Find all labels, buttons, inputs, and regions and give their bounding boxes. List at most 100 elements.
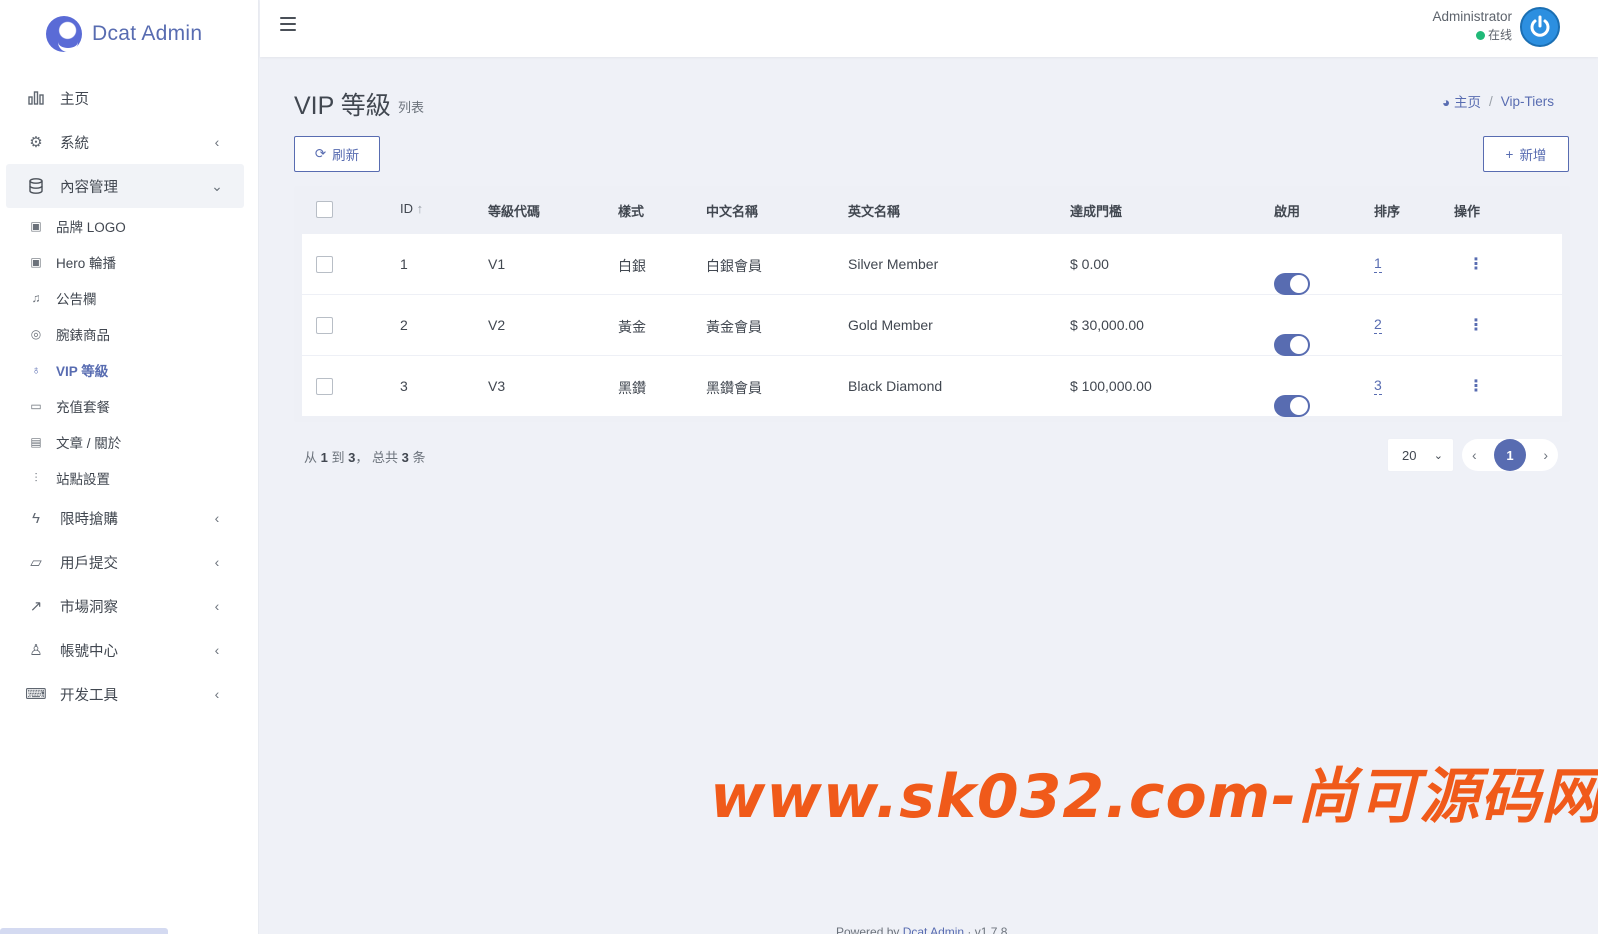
sidebar-subitem-hero-carousel[interactable]: ▣ Hero 輪播 [0,244,258,280]
breadcrumb-separator: / [1488,93,1493,109]
sidebar-item-home[interactable]: 主页 [6,76,244,120]
sidebar-nav: 主页 ⚙ 系統 ‹ 內容管理 ⌄ ▣ 品牌 LOGO ▣ Hero 輪播 ♫ 公… [0,76,258,716]
chevron-left-icon: ‹ [214,554,220,570]
order-link[interactable]: 2 [1374,316,1382,334]
row-checkbox[interactable] [316,378,333,395]
table-row: 3 V3 黑鑽 黑鑽會員 Black Diamond $ 100,000.00 … [302,356,1562,417]
sidebar-subitem-label: 充值套餐 [56,400,110,415]
new-button[interactable]: + 新增 [1483,136,1569,172]
sidebar-item-label: 系統 [60,135,89,152]
refresh-label: 刷新 [332,148,360,163]
breadcrumb: ◕ 主页 / Vip-Tiers [1442,91,1554,111]
sidebar-item-label: 限時搶購 [60,511,118,528]
column-header-enabled: 啟用 [1274,204,1301,219]
next-page-icon[interactable]: › [1543,447,1548,463]
cell-style: 白銀 [618,258,646,274]
more-actions-icon[interactable]: ⋮ [1468,379,1484,395]
enabled-toggle[interactable] [1274,334,1310,356]
sidebar-item-content[interactable]: 內容管理 ⌄ [6,164,244,208]
sidebar-item-account-center[interactable]: ♙ 帳號中心 ‹ [6,628,244,672]
current-page[interactable]: 1 [1494,439,1526,471]
user-status: 在线 [1432,26,1512,43]
award-icon: ♁ [31,363,41,377]
bar-chart-icon [26,88,46,108]
menu-toggle-icon[interactable] [280,17,296,31]
cell-en-name: Gold Member [848,317,933,333]
cell-en-name: Silver Member [848,256,939,272]
sidebar-subitem-label: 公告欄 [56,292,97,307]
sidebar-item-flash-sale[interactable]: ϟ 限時搶購 ‹ [6,496,244,540]
order-link[interactable]: 3 [1374,377,1382,395]
pager: ‹ 1 › [1462,439,1558,471]
refresh-icon: ⟳ [314,146,327,161]
row-checkbox[interactable] [316,317,333,334]
new-label: 新增 [1519,148,1547,163]
table-header: ID ↑ 等級代碼 樣式 中文名稱 英文名稱 達成門檻 啟用 排序 操作 [294,186,1570,233]
online-dot-icon [1475,31,1485,40]
watch-icon: ◎ [30,327,42,341]
enabled-toggle[interactable] [1274,395,1310,417]
chevron-down-icon: ⌄ [211,177,223,194]
sidebar-subitem-recharge[interactable]: ▭ 充值套餐 [0,388,258,424]
page-size-select[interactable]: 20 ⌄ [1388,439,1453,471]
cell-id: 3 [400,378,408,394]
breadcrumb-current[interactable]: Vip-Tiers [1501,94,1554,109]
sidebar: Dcat Admin 主页 ⚙ 系統 ‹ 內容管理 ⌄ ▣ 品牌 LOGO ▣ … [0,0,259,934]
sidebar-item-user-submissions[interactable]: ▱ 用戶提交 ‹ [6,540,244,584]
column-header-threshold: 達成門檻 [1070,204,1123,219]
sort-arrow-icon: ↑ [416,201,424,216]
sliders-icon: ⫶ [34,470,38,485]
sidebar-subitem-vip-tiers[interactable]: ♁ VIP 等級 [0,352,258,388]
more-actions-icon[interactable]: ⋮ [1468,318,1484,334]
sidebar-subitem-label: 站點設置 [56,472,110,487]
enabled-toggle[interactable] [1274,273,1310,295]
avatar[interactable] [1520,7,1560,47]
cell-code: V1 [488,256,506,272]
refresh-button[interactable]: ⟳ 刷新 [294,136,380,172]
brand-logo-icon [46,16,82,52]
sidebar-subitem-announcements[interactable]: ♫ 公告欄 [0,280,258,316]
chevron-left-icon: ‹ [214,598,220,614]
sidebar-item-dev-tools[interactable]: ⌨ 开发工具 ‹ [6,672,244,716]
sidebar-item-system[interactable]: ⚙ 系統 ‹ [6,120,244,164]
select-all-checkbox[interactable] [316,201,333,218]
brand[interactable]: Dcat Admin [0,0,258,68]
sidebar-subitem-articles[interactable]: ▤ 文章 / 關於 [0,424,258,460]
chevron-left-icon: ‹ [214,642,220,658]
table-row: 2 V2 黃金 黃金會員 Gold Member $ 30,000.00 2 ⋮ [302,295,1562,356]
sidebar-subitem-brand-logo[interactable]: ▣ 品牌 LOGO [0,208,258,244]
sidebar-subitem-site-settings[interactable]: ⫶ 站點設置 [0,460,258,496]
more-actions-icon[interactable]: ⋮ [1468,257,1484,273]
inbox-icon: ▱ [30,554,42,571]
data-table: ID ↑ 等級代碼 樣式 中文名稱 英文名稱 達成門檻 啟用 排序 操作 1 V… [294,186,1570,422]
user-info[interactable]: Administrator 在线 [1432,9,1512,43]
prev-page-icon[interactable]: ‹ [1472,447,1477,463]
column-header-actions: 操作 [1454,204,1481,219]
column-header-id[interactable]: ID ↑ [400,201,423,216]
breadcrumb-home[interactable]: ◕ 主页 [1442,91,1481,111]
table-row: 1 V1 白銀 白銀會員 Silver Member $ 0.00 1 ⋮ [302,234,1562,295]
watermark: www.sk032.com-尚可源码网 [710,762,1598,832]
column-header-en-name: 英文名稱 [848,204,901,219]
column-header-zh-name: 中文名稱 [706,204,759,219]
column-header-code: 等級代碼 [488,204,541,219]
chevron-down-icon: ⌄ [1433,449,1443,462]
cell-zh-name: 黑鑽會員 [706,380,762,396]
cell-threshold: $ 100,000.00 [1070,378,1152,394]
cell-zh-name: 白銀會員 [706,258,762,274]
keyboard-icon: ⌨ [25,686,47,703]
sidebar-subitem-watches[interactable]: ◎ 腕錶商品 [0,316,258,352]
sidebar-subitem-label: 腕錶商品 [56,328,110,343]
sidebar-scrollbar[interactable] [0,928,168,934]
sidebar-item-label: 主页 [60,91,89,108]
row-checkbox[interactable] [316,256,333,273]
order-link[interactable]: 1 [1374,255,1382,273]
footer-link[interactable]: Dcat Admin [903,925,964,934]
sidebar-subitem-label: Hero 輪播 [56,256,117,271]
credit-card-icon: ▭ [30,399,42,413]
file-icon: ▤ [30,435,42,449]
sidebar-item-market-insights[interactable]: ↗ 市場洞察 ‹ [6,584,244,628]
cell-id: 1 [400,256,408,272]
page-subtitle: 列表 [398,100,425,115]
database-icon [26,176,46,196]
